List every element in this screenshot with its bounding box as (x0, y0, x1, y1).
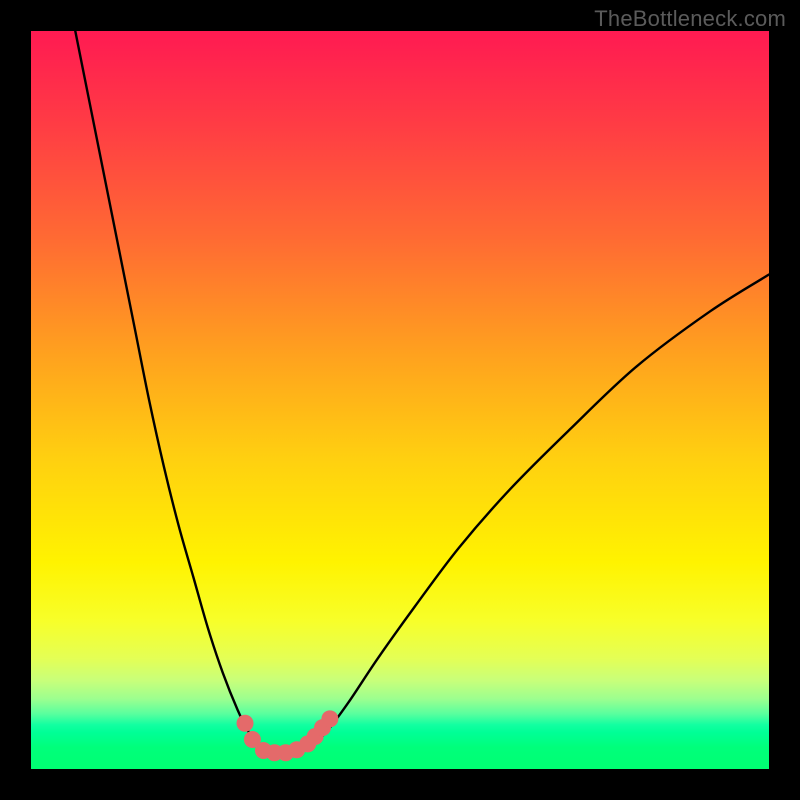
chart-svg (31, 31, 769, 769)
curve-marker (237, 715, 254, 732)
outer-frame: TheBottleneck.com (0, 0, 800, 800)
curve-markers (237, 710, 339, 761)
watermark-text: TheBottleneck.com (594, 6, 786, 32)
valley-curve (75, 31, 769, 753)
curve-marker (321, 710, 338, 727)
